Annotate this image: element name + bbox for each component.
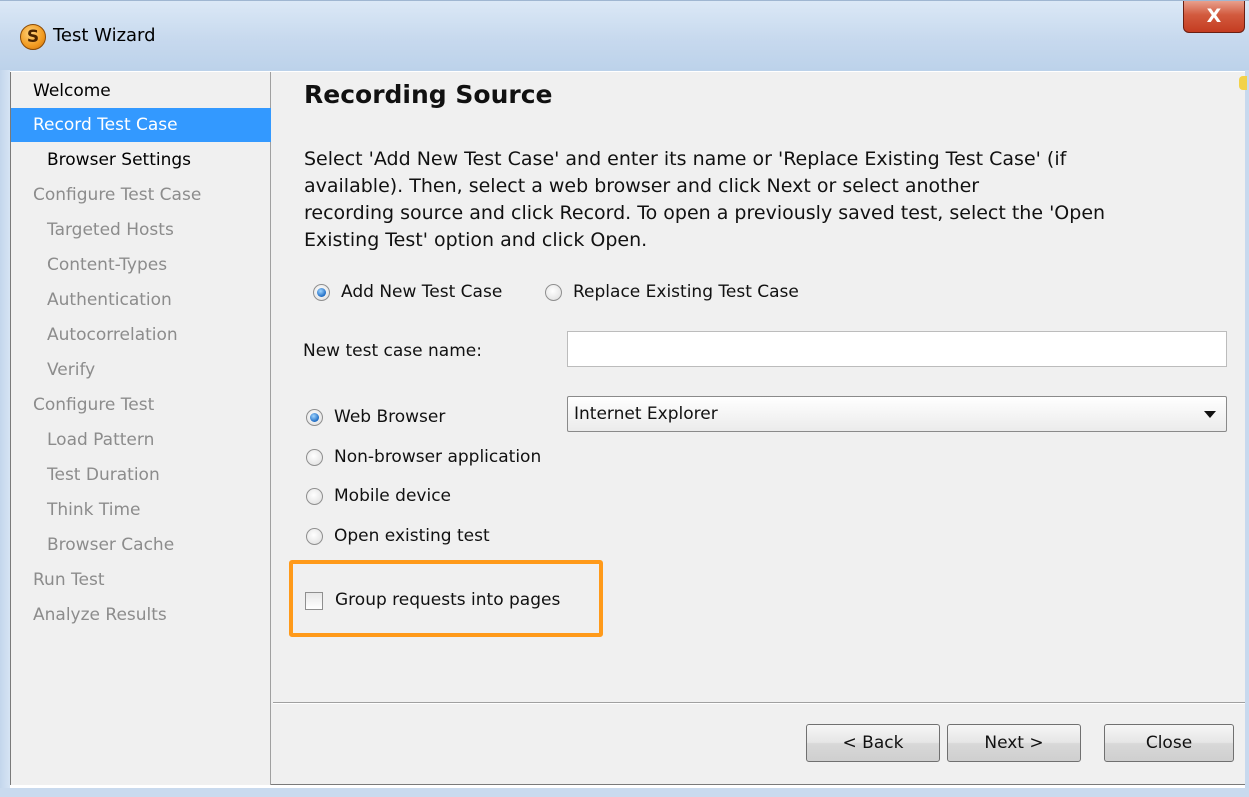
sidebar-item-label: Think Time (47, 500, 141, 520)
button-bar-divider (273, 702, 1245, 704)
app-logo-icon: S (20, 24, 46, 50)
next-button[interactable]: Next > (947, 724, 1081, 762)
mobile-device-label[interactable]: Mobile device (334, 486, 451, 506)
instructions-line: recording source and click Record. To op… (304, 202, 1106, 224)
sidebar-item-test-duration[interactable]: Test Duration (11, 458, 271, 492)
window-frame-right (1245, 70, 1249, 797)
sidebar-item-label: Test Duration (47, 465, 160, 485)
test-case-name-input[interactable] (567, 331, 1227, 367)
non-browser-application-label[interactable]: Non-browser application (334, 447, 541, 467)
sidebar-item-label: Configure Test (33, 395, 155, 415)
sidebar-item-load-pattern[interactable]: Load Pattern (11, 423, 271, 457)
sidebar-item-verify[interactable]: Verify (11, 353, 271, 387)
non-browser-application-radio[interactable] (306, 449, 323, 466)
wizard-content-panel: Recording Source Select 'Add New Test Ca… (271, 72, 1247, 785)
sidebar-item-run-test[interactable]: Run Test (11, 563, 271, 597)
page-title: Recording Source (304, 80, 553, 109)
instructions-text: Select 'Add New Test Case' and enter its… (304, 146, 1214, 254)
group-requests-checkbox[interactable] (305, 592, 323, 610)
browser-select[interactable]: Internet Explorer (567, 396, 1227, 432)
sidebar-item-label: Autocorrelation (47, 325, 178, 345)
open-existing-test-label[interactable]: Open existing test (334, 526, 490, 546)
sidebar-item-welcome[interactable]: Welcome (11, 74, 271, 108)
title-bar[interactable]: S Test Wizard X (0, 0, 1249, 71)
sidebar-item-think-time[interactable]: Think Time (11, 493, 271, 527)
sidebar-item-autocorrelation[interactable]: Autocorrelation (11, 318, 271, 352)
open-existing-test-radio[interactable] (306, 528, 323, 545)
replace-existing-test-case-label[interactable]: Replace Existing Test Case (573, 282, 799, 302)
add-new-test-case-label[interactable]: Add New Test Case (341, 282, 502, 302)
sidebar-item-targeted-hosts[interactable]: Targeted Hosts (11, 213, 271, 247)
sidebar-item-browser-settings[interactable]: Browser Settings (11, 143, 271, 177)
test-wizard-window: S Test Wizard X Welcome Record Test Case… (0, 0, 1249, 797)
sidebar-item-label: Configure Test Case (33, 185, 202, 205)
back-button[interactable]: < Back (806, 724, 940, 762)
instructions-line: Select 'Add New Test Case' and enter its… (304, 148, 1067, 170)
sidebar-item-label: Welcome (33, 81, 111, 101)
lightbulb-hint-icon[interactable] (1239, 76, 1247, 90)
instructions-line: available). Then, select a web browser a… (304, 175, 980, 197)
window-close-button[interactable]: X (1183, 1, 1245, 33)
sidebar-item-content-types[interactable]: Content-Types (11, 248, 271, 282)
instructions-line: Existing Test' option and click Open. (304, 229, 648, 251)
sidebar-item-label: Browser Cache (47, 535, 175, 555)
sidebar-item-label: Browser Settings (47, 150, 192, 170)
chevron-down-icon[interactable] (1204, 411, 1216, 418)
sidebar-item-label: Authentication (47, 290, 172, 310)
window-frame-bottom (0, 788, 1249, 797)
mobile-device-radio[interactable] (306, 488, 323, 505)
sidebar-item-authentication[interactable]: Authentication (11, 283, 271, 317)
sidebar-item-label: Record Test Case (33, 115, 178, 135)
group-requests-label[interactable]: Group requests into pages (335, 590, 560, 610)
wizard-steps-sidebar: Welcome Record Test Case Browser Setting… (10, 72, 271, 785)
sidebar-item-browser-cache[interactable]: Browser Cache (11, 528, 271, 562)
sidebar-item-label: Load Pattern (47, 430, 155, 450)
web-browser-radio[interactable] (306, 409, 323, 426)
window-frame-left (0, 70, 10, 797)
replace-existing-test-case-radio[interactable] (545, 284, 562, 301)
close-button[interactable]: Close (1104, 724, 1234, 762)
window-title: Test Wizard (53, 25, 156, 46)
sidebar-item-record-test-case[interactable]: Record Test Case (11, 108, 271, 142)
test-case-name-label: New test case name: (303, 341, 482, 361)
sidebar-item-label: Run Test (33, 570, 105, 590)
sidebar-item-configure-test[interactable]: Configure Test (11, 388, 271, 422)
sidebar-item-label: Verify (47, 360, 96, 380)
sidebar-item-label: Targeted Hosts (47, 220, 174, 240)
add-new-test-case-radio[interactable] (313, 284, 330, 301)
sidebar-item-label: Analyze Results (33, 605, 167, 625)
sidebar-item-configure-test-case[interactable]: Configure Test Case (11, 178, 271, 212)
browser-select-value: Internet Explorer (574, 404, 718, 424)
web-browser-label[interactable]: Web Browser (334, 407, 445, 427)
sidebar-item-analyze-results[interactable]: Analyze Results (11, 598, 271, 632)
sidebar-item-label: Content-Types (47, 255, 168, 275)
